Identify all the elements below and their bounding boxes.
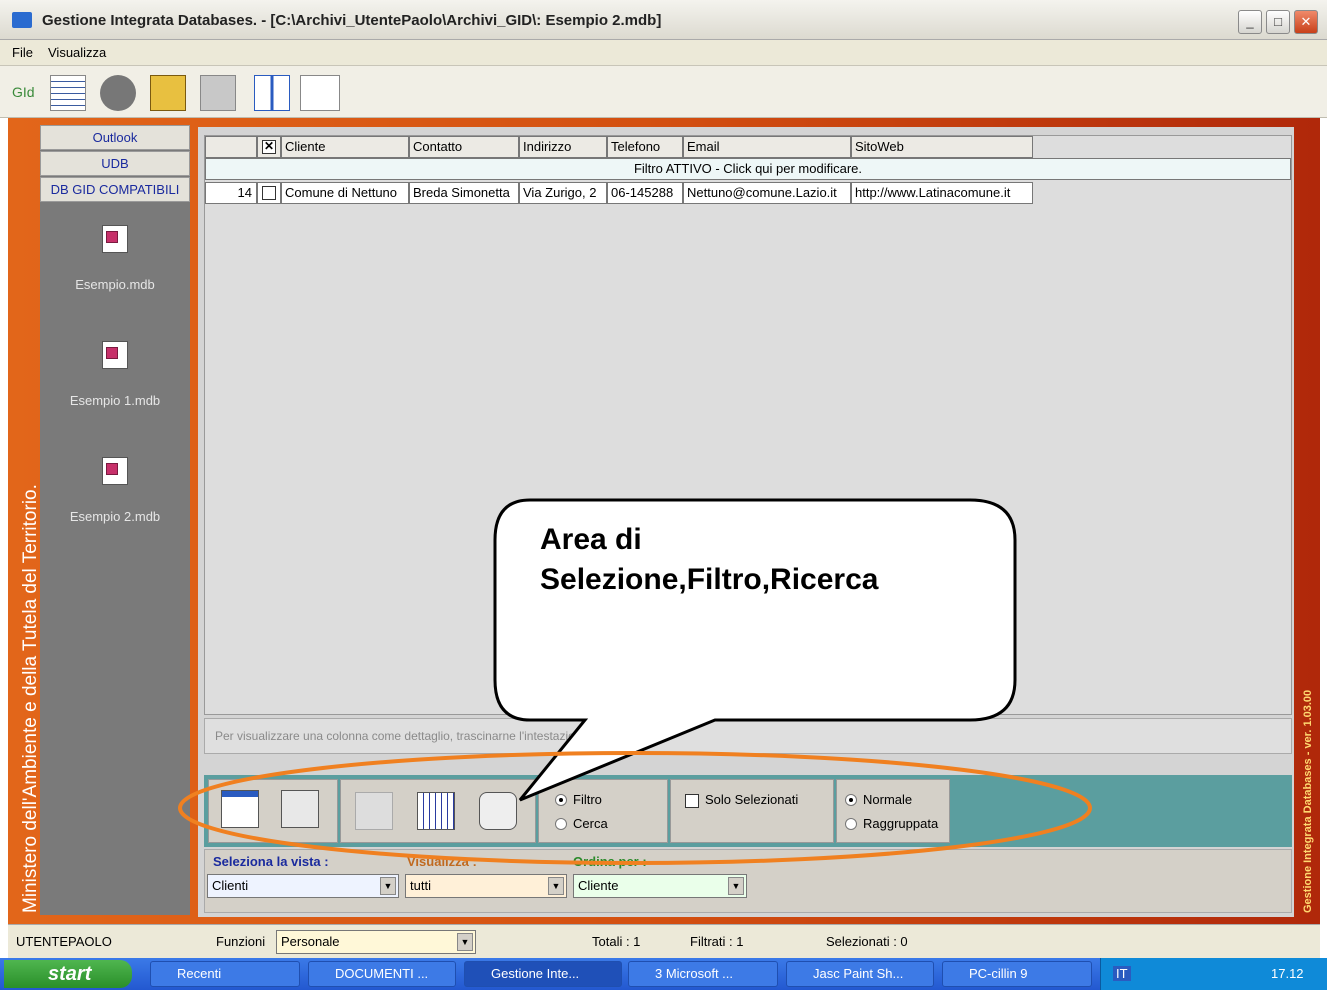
visualizza-select[interactable]: tutti ▼	[405, 874, 567, 898]
select-all-cell[interactable]: ✕	[257, 136, 281, 158]
system-tray: IT 17.12	[1100, 958, 1327, 990]
ordina-select[interactable]: Cliente ▼	[573, 874, 747, 898]
table-icon[interactable]	[50, 75, 86, 111]
app-icon	[12, 12, 32, 28]
nav-db-gid[interactable]: DB GID COMPATIBILI	[40, 177, 190, 202]
chevron-down-icon[interactable]: ▼	[457, 933, 473, 951]
chevron-down-icon[interactable]: ▼	[380, 877, 396, 895]
filtrati-count: Filtrati : 1	[690, 934, 744, 949]
task-pccillin[interactable]: PC-cillin 9	[942, 961, 1092, 987]
menu-file[interactable]: File	[12, 45, 33, 60]
vista-select[interactable]: Clienti ▼	[207, 874, 399, 898]
ministry-label: Ministero dell'Ambiente e della Tutela d…	[20, 484, 41, 913]
chevron-down-icon[interactable]: ▼	[728, 877, 744, 895]
db-item-label: Esempio 1.mdb	[69, 393, 161, 408]
task-recenti[interactable]: Recenti	[150, 961, 300, 987]
column-header-telefono[interactable]: Telefono	[607, 136, 683, 158]
db-item-label: Esempio.mdb	[75, 277, 155, 292]
database-icon[interactable]	[200, 75, 236, 111]
db-item-esempio[interactable]: Esempio.mdb	[40, 225, 190, 292]
ordina-value: Cliente	[578, 878, 619, 893]
row-select-cell[interactable]	[257, 182, 281, 204]
cell-sitoweb[interactable]: http://www.Latinacomune.it	[851, 182, 1033, 204]
language-indicator[interactable]: IT	[1113, 966, 1131, 981]
db-item-label: Esempio 2.mdb	[69, 509, 161, 524]
funzioni-select[interactable]: Personale ▼	[276, 930, 476, 954]
row-checkbox[interactable]	[262, 186, 276, 200]
status-user: UTENTEPAOLO	[16, 934, 112, 949]
cell-contatto[interactable]: Breda Simonetta	[409, 182, 519, 204]
lock-icon[interactable]	[150, 75, 186, 111]
selezionati-count: Selezionati : 0	[826, 934, 908, 949]
access-db-icon	[102, 341, 128, 369]
start-button[interactable]: start	[4, 960, 132, 988]
toolbar: GId	[0, 66, 1327, 118]
clock: 17.12	[1271, 966, 1304, 981]
select-all-checkbox[interactable]: ✕	[262, 140, 276, 154]
chevron-down-icon[interactable]: ▼	[548, 877, 564, 895]
task-microsoft[interactable]: 3 Microsoft ...	[628, 961, 778, 987]
taskbar: start Recenti DOCUMENTI ... Gestione Int…	[0, 958, 1327, 990]
status-bar: UTENTEPAOLO Funzioni Personale ▼ Totali :…	[8, 924, 1320, 958]
access-db-icon	[102, 457, 128, 485]
close-button[interactable]: ✕	[1294, 10, 1318, 34]
restore-button[interactable]: □	[1266, 10, 1290, 34]
filter-notice-row[interactable]: Filtro ATTIVO - Click qui per modificare…	[205, 158, 1291, 180]
column-header-contatto[interactable]: Contatto	[409, 136, 519, 158]
gid-logo: GId	[12, 84, 35, 100]
nav-outlook[interactable]: Outlook	[40, 125, 190, 150]
callout-text: Area di Selezione,Filtro,Ricerca	[540, 523, 879, 596]
row-header-corner	[205, 136, 257, 158]
columns-icon[interactable]	[254, 75, 290, 111]
funzioni-value: Personale	[281, 934, 340, 949]
vista-value: Clienti	[212, 878, 249, 893]
column-header-sitoweb[interactable]: SitoWeb	[851, 136, 1033, 158]
access-db-icon	[102, 225, 128, 253]
cell-telefono[interactable]: 06-145288	[607, 182, 683, 204]
db-item-esempio-1[interactable]: Esempio 1.mdb	[40, 341, 190, 408]
version-label: Gestione Integrata Databases - ver. 1.03…	[1302, 689, 1314, 913]
task-paintshop[interactable]: Jasc Paint Sh...	[786, 961, 934, 987]
column-header-email[interactable]: Email	[683, 136, 851, 158]
sidebar: Outlook UDB DB GID COMPATIBILI Esempio.m…	[40, 125, 190, 915]
globe-icon[interactable]	[100, 75, 136, 111]
visualizza-value: tutti	[410, 878, 431, 893]
funzioni-label: Funzioni	[216, 934, 266, 949]
menu-bar: File Visualizza	[0, 40, 1327, 66]
task-gestione[interactable]: Gestione Inte...	[464, 961, 622, 987]
cell-email[interactable]: Nettuno@comune.Lazio.it	[683, 182, 851, 204]
nav-udb[interactable]: UDB	[40, 151, 190, 176]
cell-cliente[interactable]: Comune di Nettuno	[281, 182, 409, 204]
totali-count: Totali : 1	[592, 934, 641, 949]
cell-indirizzo[interactable]: Via Zurigo, 2	[519, 182, 607, 204]
column-header-cliente[interactable]: Cliente	[281, 136, 409, 158]
column-header-indirizzo[interactable]: Indirizzo	[519, 136, 607, 158]
highlight-ellipse	[178, 751, 1092, 865]
menu-view[interactable]: Visualizza	[48, 45, 106, 60]
task-documenti[interactable]: DOCUMENTI ...	[308, 961, 456, 987]
print-icon[interactable]	[300, 75, 340, 111]
minimize-button[interactable]: _	[1238, 10, 1262, 34]
db-item-esempio-2[interactable]: Esempio 2.mdb	[40, 457, 190, 524]
window-title: Gestione Integrata Databases. - [C:\Arch…	[42, 12, 662, 29]
title-bar: Gestione Integrata Databases. - [C:\Arch…	[0, 0, 1327, 40]
row-id: 14	[205, 182, 257, 204]
